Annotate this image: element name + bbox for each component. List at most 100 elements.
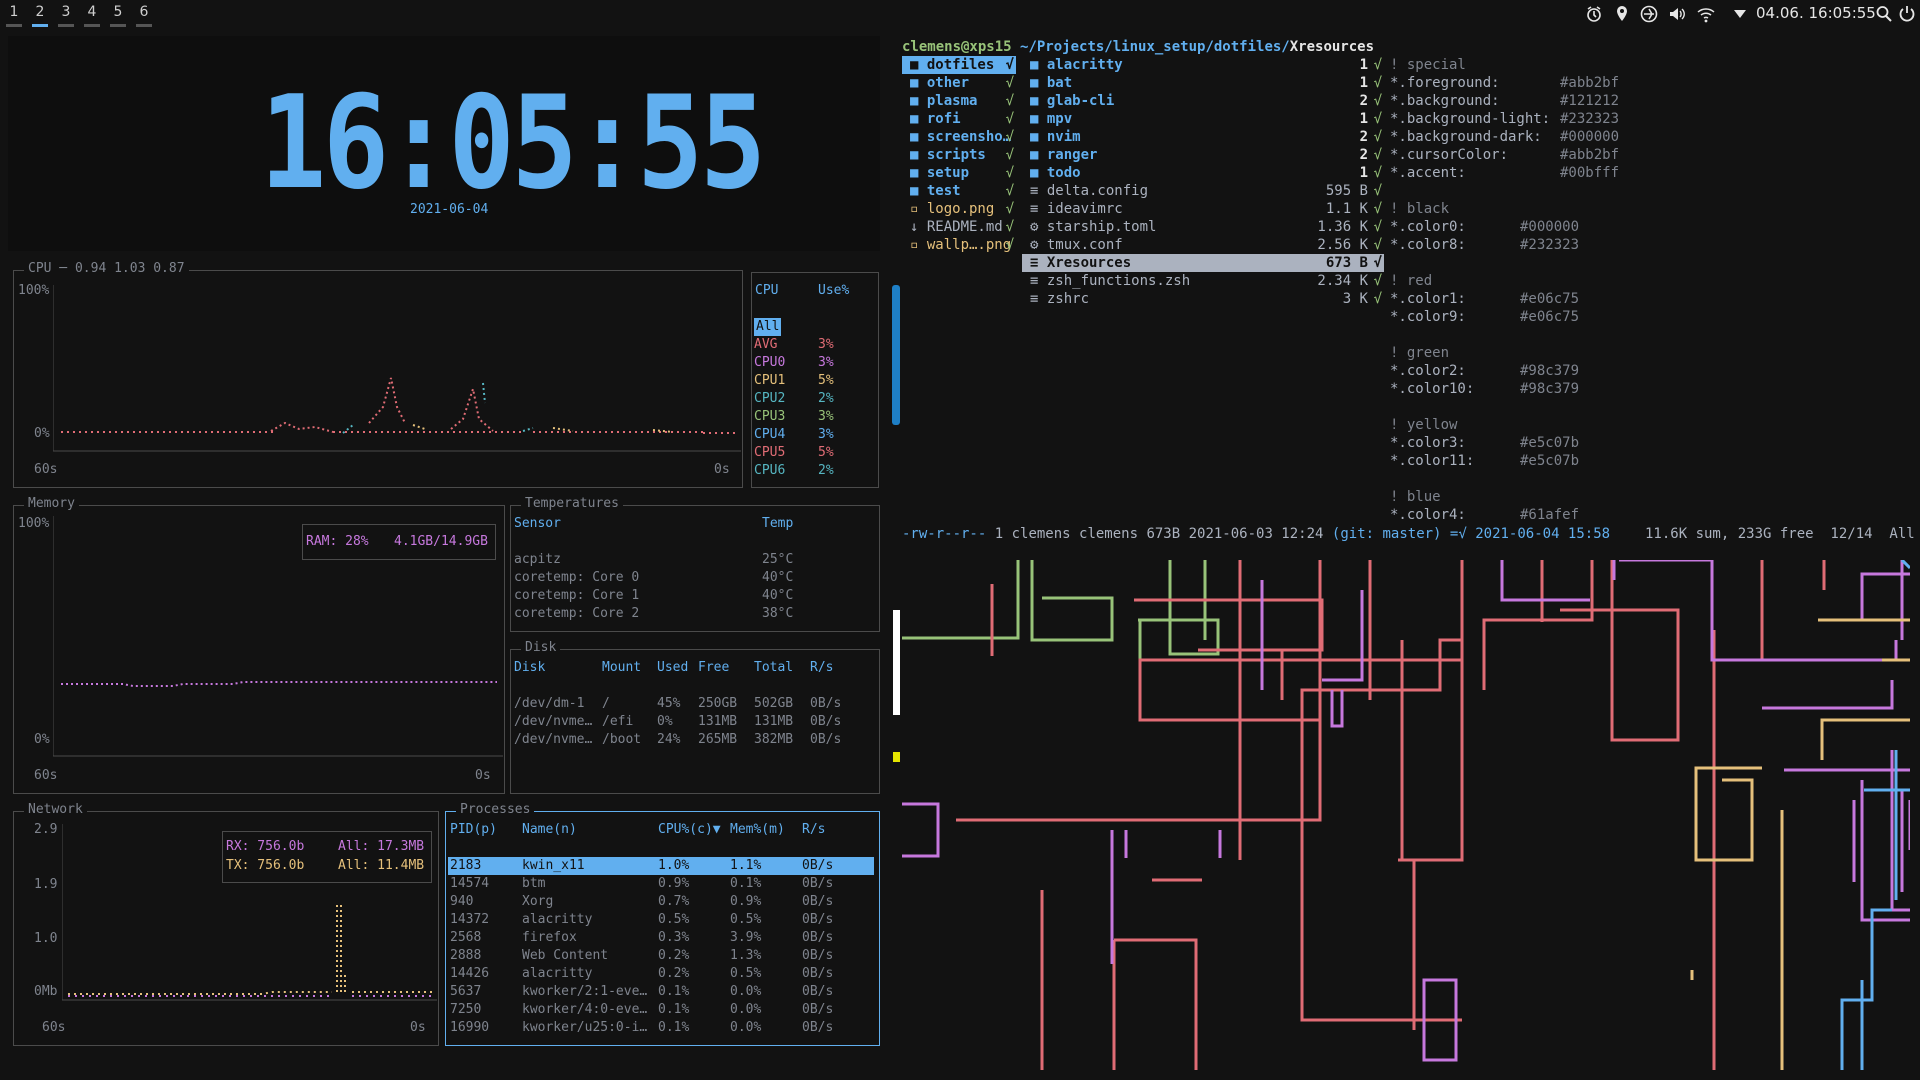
- temp-sensor-header[interactable]: Sensor: [514, 515, 561, 533]
- memory-y-bottom: 0%: [34, 732, 50, 747]
- ranger-dir-item[interactable]: ■ test √: [902, 182, 1016, 200]
- ranger-file-item[interactable]: ≡ zsh_functions.zsh 2.34 K √: [1022, 272, 1384, 290]
- ranger-file-item-selected[interactable]: ≡ Xresources 673 B √: [1022, 254, 1384, 272]
- clock-date: 2021-06-04: [410, 202, 489, 217]
- temp-temp-header[interactable]: Temp: [762, 515, 793, 533]
- proc-col-cpu[interactable]: CPU%(c)▼: [658, 821, 721, 839]
- proc-name[interactable]: alacritty: [522, 911, 592, 929]
- proc-pid[interactable]: 14426: [450, 965, 489, 983]
- proc-name[interactable]: Web Content: [522, 947, 608, 965]
- ranger-file-item[interactable]: ≡ ideavimrc 1.1 K √: [1022, 200, 1384, 218]
- disk-col-total[interactable]: Total: [754, 659, 793, 677]
- scroll-indicator[interactable]: [892, 285, 900, 425]
- ranger-dir-item[interactable]: ■ dotfiles √: [902, 56, 1016, 74]
- search-icon[interactable]: [1876, 5, 1892, 23]
- ranger-dir-item[interactable]: ■ bat 1 √: [1022, 74, 1384, 92]
- workspace-5[interactable]: 5: [108, 4, 128, 27]
- network-status-icon[interactable]: [1640, 5, 1658, 23]
- proc-pid[interactable]: 16990: [450, 1019, 489, 1037]
- proc-pid[interactable]: 2568: [450, 929, 481, 947]
- proc-pid[interactable]: 14372: [450, 911, 489, 929]
- proc-col-rs[interactable]: R/s: [802, 821, 825, 839]
- location-pin-icon[interactable]: [1615, 5, 1629, 23]
- cpu-row-cpu0[interactable]: CPU0: [754, 354, 785, 372]
- proc-pid[interactable]: 940: [450, 893, 473, 911]
- ranger-dir-item[interactable]: ■ ranger 2 √: [1022, 146, 1384, 164]
- ranger-dir-item[interactable]: ■ screensho… √: [902, 128, 1016, 146]
- proc-name[interactable]: kworker/4:0-eve…: [522, 1001, 647, 1019]
- ranger-file-item[interactable]: ≡ zshrc 3 K √: [1022, 290, 1384, 308]
- ranger-dir-item[interactable]: ■ setup √: [902, 164, 1016, 182]
- proc-pid[interactable]: 7250: [450, 1001, 481, 1019]
- cpu-row-cpu6[interactable]: CPU6: [754, 462, 785, 480]
- cpu-row-all[interactable]: All: [754, 318, 782, 336]
- proc-col-name[interactable]: Name(n): [522, 821, 577, 839]
- proc-col-mem[interactable]: Mem%(m): [730, 821, 785, 839]
- wifi-icon[interactable]: [1696, 5, 1716, 23]
- ranger-dir-item[interactable]: ■ glab-cli 2 √: [1022, 92, 1384, 110]
- ranger-dir-item[interactable]: ■ todo 1 √: [1022, 164, 1384, 182]
- ranger-file-item[interactable]: ≡ delta.config 595 B √: [1022, 182, 1384, 200]
- proc-name[interactable]: kworker/u25:0-i…: [522, 1019, 647, 1037]
- proc-name[interactable]: kworker/2:1-eve…: [522, 983, 647, 1001]
- proc-rs: 0B/s: [802, 966, 834, 981]
- ranger-dir-item[interactable]: ■ rofi √: [902, 110, 1016, 128]
- ranger-dir-item[interactable]: ■ nvim 2 √: [1022, 128, 1384, 146]
- workspace-3[interactable]: 3: [56, 4, 76, 27]
- clock-datetime[interactable]: 04.06. 16:05:55: [1756, 4, 1876, 22]
- ranger-dir-item[interactable]: ■ plasma √: [902, 92, 1016, 110]
- disk-row-rs: 0B/s: [810, 714, 842, 729]
- disk-col-free[interactable]: Free: [698, 659, 729, 677]
- ranger-file-item[interactable]: ⚙ starship.toml 1.36 K √: [1022, 218, 1384, 236]
- cpu-row-cpu3[interactable]: CPU3: [754, 408, 785, 426]
- preview-line: *.accent: #00bfff: [1390, 165, 1620, 181]
- preview-line: ! blue: [1390, 489, 1441, 505]
- cpu-row-cpu2[interactable]: CPU2: [754, 390, 785, 408]
- cpu-row-cpu4-use: 3%: [818, 427, 834, 442]
- ranger-dir-item[interactable]: ■ other √: [902, 74, 1016, 92]
- workspace-6[interactable]: 6: [134, 4, 154, 27]
- cpu-row-avg[interactable]: AVG: [754, 336, 777, 354]
- workspace-4[interactable]: 4: [82, 4, 102, 27]
- status-permissions: -rw-r--r--: [902, 526, 987, 542]
- proc-cpu: 0.2%: [658, 948, 690, 963]
- ranger-file-item[interactable]: ▫ logo.png √: [902, 200, 1016, 218]
- proc-name[interactable]: alacritty: [522, 965, 592, 983]
- big-clock: 16:05:55: [260, 69, 766, 218]
- proc-name[interactable]: Xorg: [522, 893, 553, 911]
- power-icon[interactable]: [1898, 4, 1916, 22]
- disk-col-disk[interactable]: Disk: [514, 659, 545, 677]
- proc-pid[interactable]: 14574: [450, 875, 489, 893]
- proc-pid[interactable]: 5637: [450, 983, 481, 1001]
- cpu-row-cpu4[interactable]: CPU4: [754, 426, 785, 444]
- preview-line: *.background-light: #232323: [1390, 111, 1620, 127]
- disk-row-total: 502GB: [754, 696, 794, 711]
- alarm-icon[interactable]: [1585, 5, 1603, 23]
- volume-icon[interactable]: [1668, 5, 1686, 23]
- disk-col-rs[interactable]: R/s: [810, 659, 833, 677]
- workspace-1[interactable]: 1: [4, 4, 24, 27]
- workspace-2[interactable]: 2: [30, 4, 50, 27]
- proc-mem: 1.1%: [730, 858, 762, 873]
- ranger-dir-item[interactable]: ■ alacritty 1 √: [1022, 56, 1384, 74]
- cpu-row-cpu1[interactable]: CPU1: [754, 372, 785, 390]
- ranger-file-item[interactable]: ▫ wallp….png √: [902, 236, 1016, 254]
- cpu-row-cpu5[interactable]: CPU5: [754, 444, 785, 462]
- ranger-dir-item[interactable]: ■ scripts √: [902, 146, 1016, 164]
- disk-col-mount[interactable]: Mount: [602, 659, 641, 677]
- proc-mem: 0.0%: [730, 1020, 762, 1035]
- tray-expand-icon[interactable]: [1734, 10, 1746, 18]
- ranger-file-item[interactable]: ↓ README.md √: [902, 218, 1016, 236]
- temp-row-value: 38°C: [762, 606, 794, 621]
- window-edge-fragment: [893, 752, 900, 762]
- ranger-file-item[interactable]: ⚙ tmux.conf 2.56 K √: [1022, 236, 1384, 254]
- proc-name[interactable]: firefox: [522, 929, 577, 947]
- proc-col-pid[interactable]: PID(p): [450, 821, 497, 839]
- proc-pid[interactable]: 2888: [450, 947, 481, 965]
- proc-rs: 0B/s: [802, 894, 834, 909]
- disk-col-used[interactable]: Used: [657, 659, 688, 677]
- proc-name[interactable]: btm: [522, 875, 545, 893]
- proc-cpu: 0.1%: [658, 984, 690, 999]
- status-date: =√ 2021-06-04 15:58: [1449, 526, 1611, 542]
- ranger-dir-item[interactable]: ■ mpv 1 √: [1022, 110, 1384, 128]
